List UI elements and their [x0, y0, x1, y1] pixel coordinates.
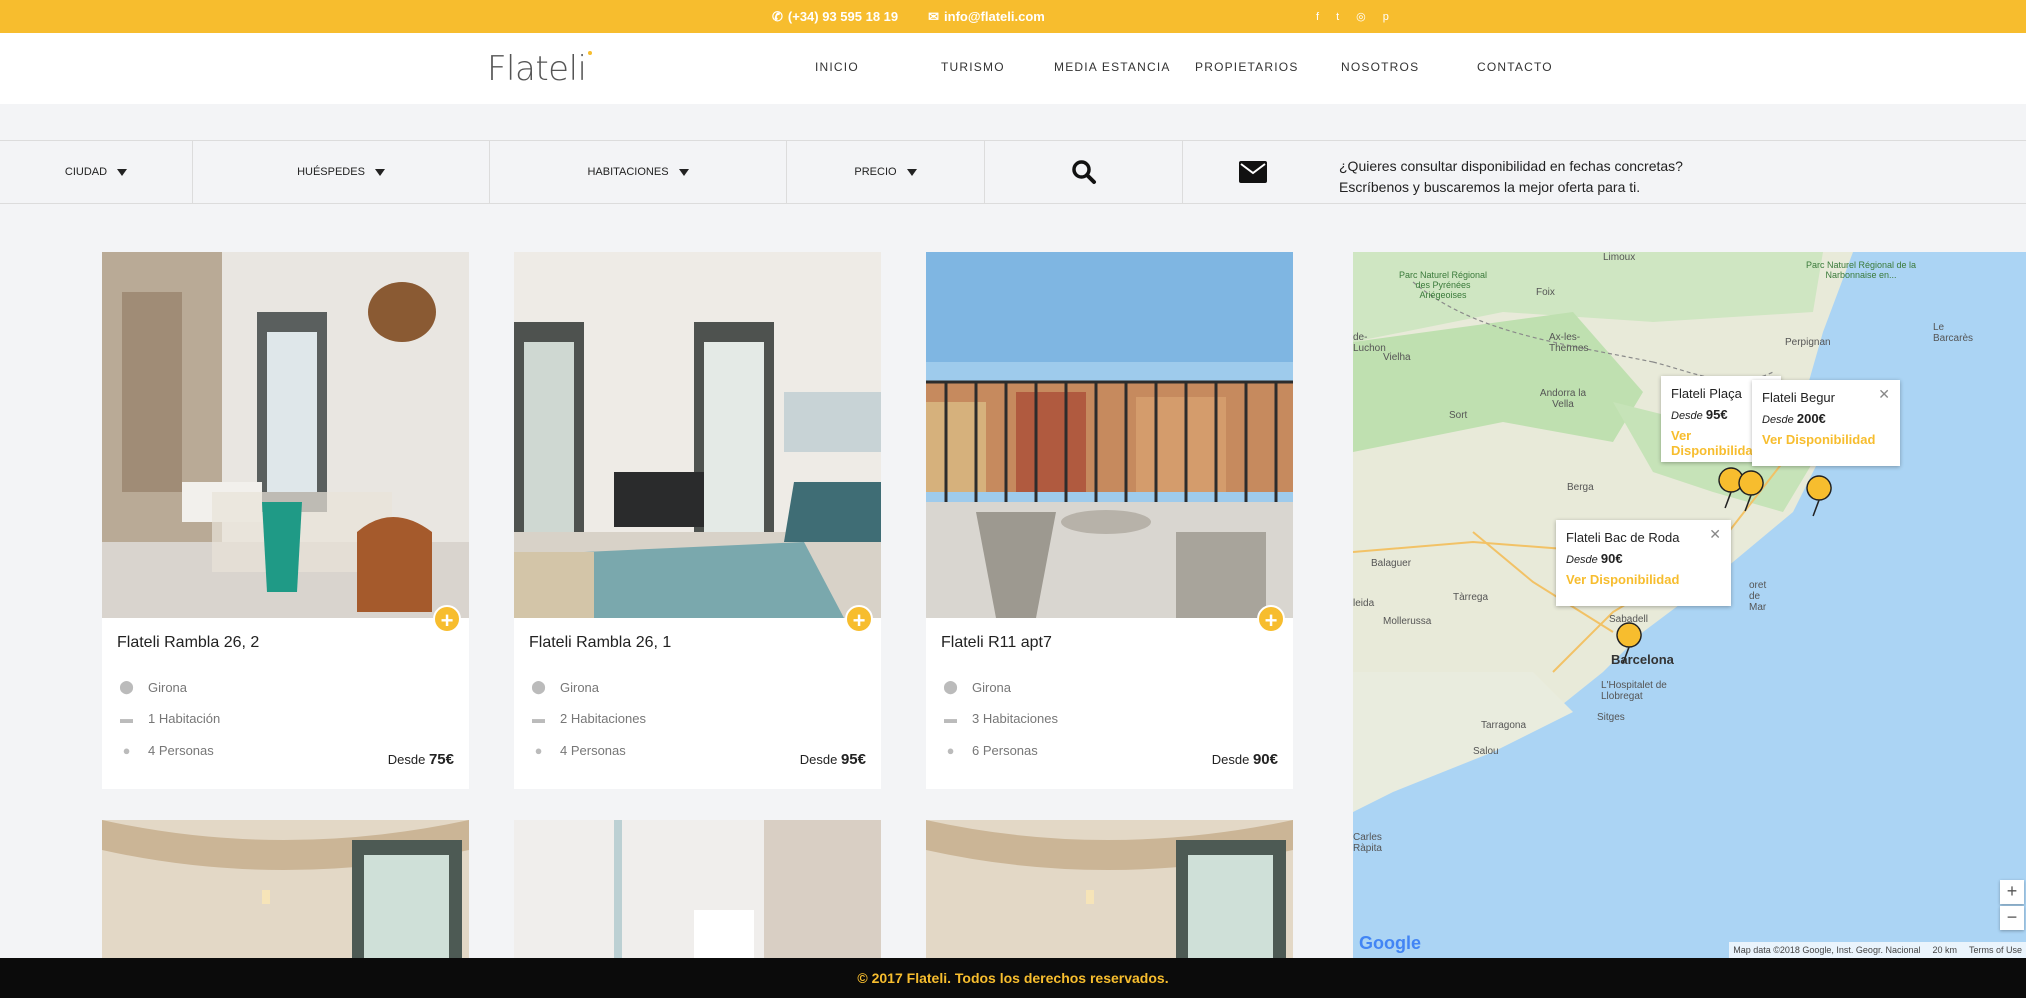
listing-guests: ● 4 Personas	[529, 743, 626, 758]
users-icon: ●	[946, 743, 955, 758]
close-icon[interactable]: ✕	[1709, 526, 1721, 543]
listing-name[interactable]: Flateli Rambla 26, 1	[529, 634, 671, 652]
email-link[interactable]: ✉ info@flateli.com	[928, 9, 1045, 25]
instagram-icon[interactable]: ◎	[1356, 10, 1366, 23]
listing-guests: ● 6 Personas	[941, 743, 1038, 758]
map-view[interactable]: Limoux Parc Naturel Régional de la Narbo…	[1353, 252, 2026, 958]
listing-guests: ● 4 Personas	[117, 743, 214, 758]
availability-message: ¿Quieres consultar disponibilidad en fec…	[1339, 158, 1683, 195]
facebook-icon[interactable]: f	[1316, 11, 1319, 23]
bed-icon: ▬	[944, 711, 957, 726]
listing-photo[interactable]	[102, 820, 469, 960]
listing-city: ⬤ Girona	[117, 679, 187, 695]
contact-info: ✆ (+34) 93 595 18 19 ✉ info@flateli.com	[772, 0, 1045, 33]
twitter-icon[interactable]: t	[1336, 11, 1339, 23]
nav-propietarios[interactable]: PROPIETARIOS	[1195, 60, 1299, 74]
listing-price: Desde 95€	[799, 751, 866, 768]
envelope-icon	[1239, 161, 1267, 183]
listing-card[interactable]: + Flateli Rambla 26, 1 ⬤ Girona ▬ 2 Habita…	[514, 252, 881, 789]
site-footer: © 2017 Flateli. Todos los derechos reser…	[0, 958, 2026, 998]
map-pin-icon: ⬤	[119, 679, 134, 694]
map-pin-icon: ⬤	[943, 679, 958, 694]
nav-nosotros[interactable]: NOSOTROS	[1341, 60, 1419, 74]
map-scale: 20 km	[1932, 945, 1957, 955]
listing-rooms: ▬ 1 Habitación	[117, 711, 220, 726]
search-icon	[1071, 160, 1096, 184]
add-button[interactable]: +	[433, 605, 461, 633]
nav-contacto[interactable]: CONTACTO	[1477, 60, 1553, 74]
site-header: Flateli INICIO TURISMO MEDIA ESTANCIA PR…	[0, 33, 2026, 104]
filter-precio[interactable]: PRECIO	[787, 141, 985, 203]
listing-photo[interactable]	[926, 252, 1293, 618]
listing-card[interactable]: + Flateli Rambla 26, 2 ⬤ Girona ▬ 1 Habita…	[102, 252, 469, 789]
social-links: f t ◎ p	[1316, 0, 1389, 33]
add-button[interactable]: +	[845, 605, 873, 633]
map-popup[interactable]: ✕ Flateli Bac de Roda Desde 90€ Ver Disp…	[1556, 520, 1731, 606]
map-popup[interactable]: ✕ Flateli Begur Desde 200€ Ver Disponibi…	[1752, 380, 1900, 466]
nav-media-estancia[interactable]: MEDIA ESTANCIA	[1054, 60, 1171, 74]
phone-link[interactable]: ✆ (+34) 93 595 18 19	[772, 9, 898, 25]
pinterest-icon[interactable]: p	[1383, 11, 1389, 23]
zoom-in-button[interactable]: +	[2000, 880, 2024, 904]
add-button[interactable]: +	[1257, 605, 1285, 633]
listing-price: Desde 90€	[1211, 751, 1278, 768]
top-bar: ✆ (+34) 93 595 18 19 ✉ info@flateli.com …	[0, 0, 2026, 33]
terms-link[interactable]: Terms of Use	[1969, 945, 2022, 955]
filter-huespedes[interactable]: HUÉSPEDES	[193, 141, 490, 203]
availability-link[interactable]: Ver Disponibilidad	[1762, 432, 1890, 447]
listing-card[interactable]: + Flateli R11 apt7 ⬤ Girona ▬ 3 Habitacion…	[926, 252, 1293, 789]
copyright-text: © 2017 Flateli. Todos los derechos reser…	[857, 970, 1169, 986]
listing-photo[interactable]	[514, 820, 881, 960]
caret-down-icon	[678, 168, 689, 176]
filter-bar: CIUDAD HUÉSPEDES HABITACIONES PRECIO ¿Qu…	[0, 140, 2026, 204]
listing-photo[interactable]	[926, 820, 1293, 960]
map-pin-icon: ⬤	[531, 679, 546, 694]
listing-name[interactable]: Flateli R11 apt7	[941, 634, 1052, 652]
listing-rooms: ▬ 2 Habitaciones	[529, 711, 646, 726]
caret-down-icon	[906, 168, 917, 176]
google-logo: Google	[1359, 933, 1421, 953]
bed-icon: ▬	[120, 711, 133, 726]
caret-down-icon	[374, 168, 385, 176]
filter-habitaciones[interactable]: HABITACIONES	[490, 141, 787, 203]
listing-photo[interactable]	[514, 252, 881, 618]
phone-icon: ✆	[772, 8, 783, 24]
contact-button[interactable]	[1183, 141, 1323, 203]
bed-icon: ▬	[532, 711, 545, 726]
caret-down-icon	[117, 168, 128, 176]
availability-link[interactable]: Ver Disponibilidad	[1566, 572, 1721, 587]
listing-rooms: ▬ 3 Habitaciones	[941, 711, 1058, 726]
users-icon: ●	[534, 743, 543, 758]
filter-ciudad[interactable]: CIUDAD	[0, 141, 193, 203]
listing-city: ⬤ Girona	[529, 679, 599, 695]
nav-turismo[interactable]: TURISMO	[941, 60, 1005, 74]
logo[interactable]: Flateli	[487, 49, 593, 89]
nav-inicio[interactable]: INICIO	[815, 60, 859, 74]
listing-name[interactable]: Flateli Rambla 26, 2	[117, 634, 259, 652]
envelope-icon: ✉	[928, 8, 940, 24]
listing-photo[interactable]	[102, 252, 469, 618]
search-button[interactable]	[985, 141, 1183, 203]
listing-city: ⬤ Girona	[941, 679, 1011, 695]
close-icon[interactable]: ✕	[1878, 386, 1890, 403]
users-icon: ●	[122, 743, 131, 758]
listing-price: Desde 75€	[387, 751, 454, 768]
map-attribution: Map data ©2018 Google, Inst. Geogr. Naci…	[1729, 942, 2026, 958]
zoom-out-button[interactable]: −	[2000, 906, 2024, 930]
